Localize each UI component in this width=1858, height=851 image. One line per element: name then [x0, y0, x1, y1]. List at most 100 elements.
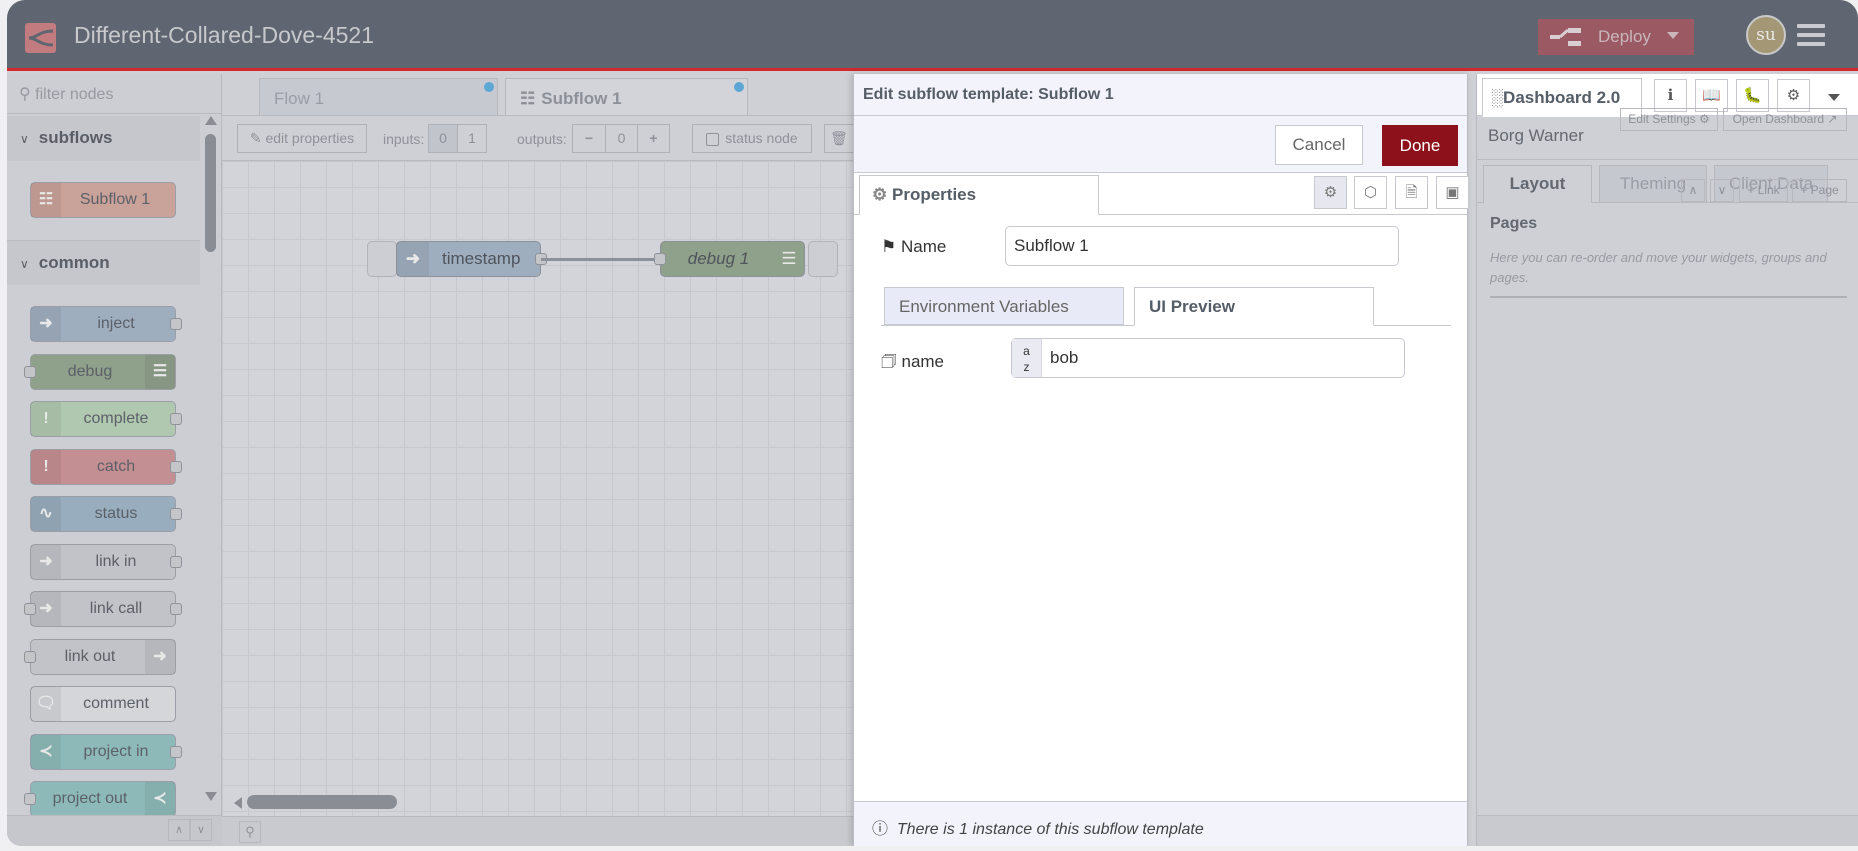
expand-down-icon[interactable]: ∨: [1710, 179, 1734, 202]
inputs-label: inputs:: [383, 131, 425, 147]
search-icon[interactable]: ⚲: [239, 821, 261, 843]
outputs-value[interactable]: 0: [605, 124, 638, 153]
wire[interactable]: [541, 258, 660, 261]
complete-icon: !: [31, 402, 61, 436]
tray-toolbar: Cancel Done: [854, 116, 1467, 173]
palette-node-comment[interactable]: 🗨 comment: [30, 686, 176, 722]
palette-node-status[interactable]: ∿ status: [30, 496, 182, 532]
tab-dashboard[interactable]: ░Dashboard 2.0: [1482, 78, 1642, 117]
category-subflows[interactable]: ∨ subflows: [7, 116, 200, 161]
add-link-button[interactable]: + Link: [1739, 179, 1788, 202]
tab-flow-1[interactable]: Flow 1: [259, 78, 498, 115]
palette-node-complete[interactable]: ! complete: [30, 401, 182, 437]
palette-node-inject[interactable]: ➜ inject: [30, 306, 182, 342]
subflow-icon: ☷: [31, 183, 61, 217]
deploy-button[interactable]: Deploy: [1538, 19, 1694, 55]
user-avatar[interactable]: su: [1746, 15, 1786, 55]
button-label: Link: [1757, 183, 1780, 197]
output-port: [170, 413, 182, 425]
filter-nodes-input[interactable]: ⚲ filter nodes: [7, 74, 222, 114]
category-common[interactable]: ∨ common: [7, 240, 200, 285]
caret-down-icon[interactable]: [1828, 94, 1840, 101]
name-input[interactable]: Subflow 1: [1005, 226, 1399, 266]
input-port[interactable]: [654, 253, 666, 265]
right-sidebar: ░Dashboard 2.0 i 📖 🐛 ⚙ Borg Warner Edit …: [1476, 74, 1858, 846]
cube-icon[interactable]: ⬡: [1354, 176, 1387, 209]
inject-icon: ➜: [397, 242, 429, 276]
edit-settings-button[interactable]: Edit Settings ⚙: [1620, 108, 1718, 131]
button-label: edit properties: [265, 130, 355, 146]
palette-scrollbar[interactable]: [200, 116, 222, 806]
flow-canvas[interactable]: ➜ timestamp debug 1 ☰: [222, 161, 853, 816]
node-label: project in: [83, 742, 149, 760]
status-node-toggle[interactable]: status node: [692, 124, 812, 153]
scroll-left-icon[interactable]: [234, 797, 242, 809]
string-type-icon[interactable]: az: [1012, 339, 1042, 377]
button-label: status node: [725, 130, 798, 146]
edit-properties-button[interactable]: ✎ edit properties: [237, 124, 367, 153]
input-value: bob: [1050, 348, 1079, 367]
expand-all-icon[interactable]: ∨: [190, 819, 212, 841]
palette-node-catch[interactable]: ! catch: [30, 448, 182, 485]
tab-properties[interactable]: ⚙ Properties: [859, 175, 1099, 215]
add-page-button[interactable]: + Page: [1792, 179, 1847, 202]
hamburger-line: [1797, 42, 1825, 46]
instance-count-text: There is 1 instance of this subflow temp…: [896, 821, 1204, 838]
node-label: debug 1: [687, 249, 750, 268]
env-name-input[interactable]: az bob: [1011, 338, 1405, 378]
subflow-toolbar: ✎ edit properties inputs: 0 1 outputs: −…: [222, 115, 854, 161]
subflow-output-port[interactable]: [808, 241, 838, 277]
palette-node-link-out[interactable]: ➜ link out: [24, 638, 176, 675]
delete-subflow-button[interactable]: 🗑: [824, 124, 854, 153]
category-label: subflows: [38, 128, 113, 147]
palette-node-project-out[interactable]: ≺ project out: [24, 781, 176, 817]
outputs-decrement-button[interactable]: −: [572, 124, 606, 153]
tab-subflow-1[interactable]: ☷ Subflow 1: [505, 78, 748, 115]
flow-node-debug-1[interactable]: debug 1 ☰: [654, 241, 805, 277]
appearance-icon[interactable]: ▣: [1436, 176, 1469, 209]
button-label: Edit Settings: [1628, 112, 1696, 126]
menu-button[interactable]: [1795, 24, 1827, 48]
output-port: [170, 603, 182, 615]
caret-down-icon[interactable]: [1667, 32, 1679, 39]
scroll-up-icon[interactable]: [205, 116, 217, 125]
inputs-1-button[interactable]: 1: [457, 124, 487, 153]
palette-node-subflow-1[interactable]: ☷ Subflow 1: [30, 182, 176, 218]
inject-icon: ➜: [31, 307, 61, 341]
header: Different-Collared-Dove-4521 Deploy su: [7, 0, 1858, 71]
tab-environment-variables[interactable]: Environment Variables: [884, 287, 1124, 325]
sidebar-footer: [1477, 815, 1858, 846]
node-label: inject: [97, 315, 135, 332]
hamburger-line: [1797, 33, 1825, 37]
palette-node-link-call[interactable]: ➜ link call: [24, 591, 182, 627]
tab-label: Dashboard 2.0: [1503, 88, 1621, 107]
subflow-input-port[interactable]: [367, 241, 397, 277]
input-port: [24, 793, 36, 805]
done-button[interactable]: Done: [1382, 125, 1458, 166]
collapse-all-icon[interactable]: ∧: [168, 819, 190, 841]
flow-node-timestamp[interactable]: ➜ timestamp: [396, 241, 547, 277]
palette-node-debug[interactable]: ☰ debug: [24, 353, 176, 390]
output-port: [170, 508, 182, 520]
scroll-down-icon[interactable]: [205, 792, 217, 801]
workspace-footer: ⚲: [222, 816, 853, 846]
divider: [1490, 296, 1847, 298]
open-dashboard-button[interactable]: Open Dashboard ↗: [1723, 108, 1847, 131]
bar-chart-icon: ░: [1491, 88, 1504, 107]
pages-title: Pages: [1490, 215, 1538, 232]
tab-ui-preview[interactable]: UI Preview: [1134, 287, 1374, 326]
document-icon[interactable]: 🗎: [1395, 176, 1428, 209]
scrollbar-thumb[interactable]: [205, 134, 216, 252]
palette-node-project-in[interactable]: ≺ project in: [30, 733, 182, 770]
palette-node-link-in[interactable]: ➜ link in: [30, 543, 182, 580]
gear-icon[interactable]: ⚙: [1314, 176, 1347, 209]
outputs-increment-button[interactable]: +: [637, 124, 670, 153]
inputs-0-button[interactable]: 0: [428, 124, 458, 153]
horizontal-scrollbar-thumb[interactable]: [247, 795, 397, 809]
cancel-button[interactable]: Cancel: [1275, 125, 1363, 165]
tab-layout[interactable]: Layout: [1483, 165, 1592, 203]
collapse-up-icon[interactable]: ∧: [1681, 179, 1705, 202]
status-icon: ∿: [31, 497, 61, 531]
env-name-label: 🗇 name: [881, 349, 944, 378]
link-out-icon: ➜: [145, 639, 175, 674]
